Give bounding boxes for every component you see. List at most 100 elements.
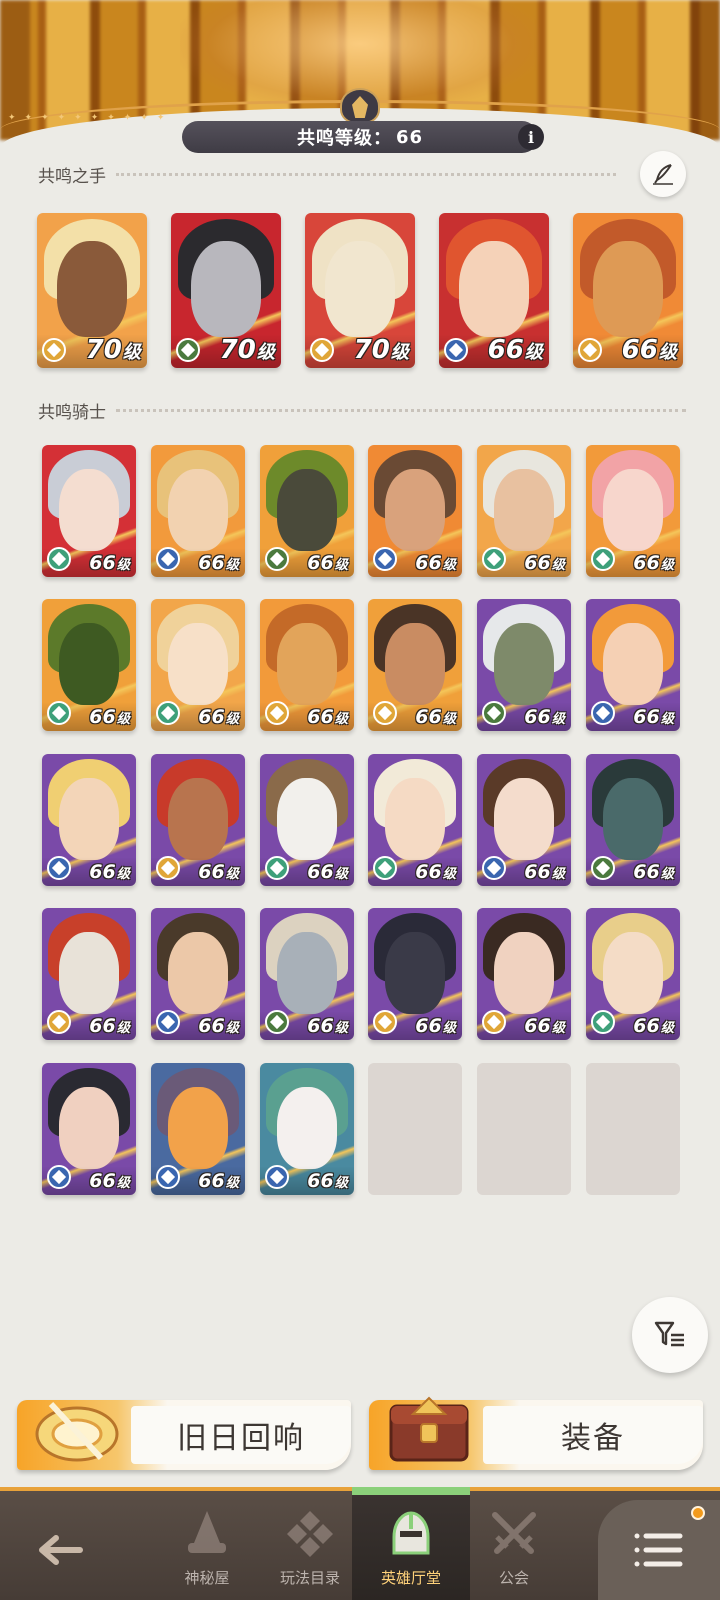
equipment-button[interactable]: 装备 — [369, 1396, 703, 1470]
nav-item-guild[interactable]: 公会 — [459, 1496, 569, 1596]
hero-card[interactable]: 70级 — [305, 213, 415, 368]
faction-badge-icon — [47, 856, 71, 880]
faction-badge-icon — [578, 338, 602, 362]
edit-button[interactable] — [640, 151, 686, 197]
back-button[interactable] — [30, 1520, 90, 1580]
hero-level-unit: 级 — [225, 867, 239, 882]
hero-level-unit: 级 — [334, 712, 348, 727]
hero-card[interactable]: 66级 — [42, 754, 136, 886]
nav-label-guild: 公会 — [498, 1569, 529, 1587]
hero-card[interactable]: 66级 — [151, 445, 245, 577]
divider-dotted — [116, 173, 616, 176]
hero-portrait-face — [276, 1086, 338, 1169]
golden-relic-icon — [35, 1401, 119, 1462]
hero-level-value: 66 — [621, 335, 658, 365]
hero-card[interactable]: 70级 — [171, 213, 281, 368]
hero-card[interactable]: 66级 — [477, 445, 571, 577]
hero-card[interactable]: 66级 — [586, 599, 680, 731]
hero-card[interactable]: 66级 — [42, 445, 136, 577]
hero-level: 66级 — [89, 861, 130, 883]
hero-card[interactable]: 66级 — [368, 599, 462, 731]
faction-badge-icon — [47, 1010, 71, 1034]
nav-item-mystery-house[interactable]: 神秘屋 — [152, 1496, 262, 1596]
hero-level-unit: 级 — [660, 712, 674, 727]
hero-level-unit: 级 — [116, 1176, 130, 1191]
hero-level-value: 66 — [307, 861, 334, 883]
info-button[interactable]: i — [518, 124, 544, 150]
hero-card[interactable]: 66级 — [260, 599, 354, 731]
nav-item-game-catalog[interactable]: 玩法目录 — [255, 1496, 365, 1596]
hero-card[interactable]: 66级 — [151, 599, 245, 731]
hero-level-unit: 级 — [116, 867, 130, 882]
echo-of-past-button[interactable]: 旧日回响 — [17, 1400, 351, 1470]
hero-portrait-face — [167, 777, 229, 860]
faction-badge-icon — [42, 338, 66, 362]
hero-card[interactable]: 66级 — [586, 908, 680, 1040]
hands-section-header: 共鸣之手 — [38, 162, 616, 187]
hero-portrait-face — [493, 931, 555, 1014]
hero-level-unit: 级 — [225, 712, 239, 727]
hero-card[interactable]: 66级 — [260, 1063, 354, 1195]
hero-card[interactable]: 66级 — [586, 445, 680, 577]
hero-card[interactable]: 66级 — [368, 754, 462, 886]
hero-portrait-face — [58, 1086, 120, 1169]
nav-item-hero-hall[interactable]: 英雄厅堂 — [356, 1496, 466, 1596]
hero-card[interactable]: 66级 — [260, 445, 354, 577]
hero-level: 66级 — [524, 552, 565, 574]
hero-level-unit: 级 — [442, 867, 456, 882]
hero-level: 70级 — [86, 335, 141, 365]
hero-level: 66级 — [488, 335, 543, 365]
hero-card[interactable]: 66级 — [477, 754, 571, 886]
hero-portrait-face — [167, 468, 229, 551]
hero-level-value: 66 — [89, 1170, 116, 1192]
hero-card[interactable]: 66级 — [151, 754, 245, 886]
hero-card[interactable]: 66级 — [368, 908, 462, 1040]
filter-button[interactable] — [632, 1297, 708, 1373]
hero-level-unit: 级 — [116, 712, 130, 727]
hero-level: 66级 — [415, 861, 456, 883]
hero-card[interactable]: 66级 — [477, 908, 571, 1040]
knights-section-title: 共鸣骑士 — [38, 403, 106, 423]
hero-level-value: 66 — [307, 706, 334, 728]
divider-dotted — [116, 409, 686, 412]
hero-level: 66级 — [633, 861, 674, 883]
hero-card[interactable]: 66级 — [260, 754, 354, 886]
hero-card[interactable]: 66级 — [573, 213, 683, 368]
hero-portrait-face — [276, 777, 338, 860]
hero-level-unit: 级 — [551, 712, 565, 727]
faction-badge-icon — [156, 856, 180, 880]
faction-badge-icon — [591, 1010, 615, 1034]
hero-level-unit: 级 — [225, 1176, 239, 1191]
hero-card[interactable]: 66级 — [260, 908, 354, 1040]
hero-level: 66级 — [622, 335, 677, 365]
hero-card[interactable]: 66级 — [151, 1063, 245, 1195]
hero-card[interactable]: 70级 — [37, 213, 147, 368]
hero-card[interactable]: 66级 — [477, 599, 571, 731]
hero-portrait-face — [167, 1086, 229, 1169]
hero-portrait-face — [384, 468, 446, 551]
hero-level-unit: 级 — [442, 558, 456, 573]
hero-level-unit: 级 — [551, 1021, 565, 1036]
hero-card[interactable]: 66级 — [368, 445, 462, 577]
hero-card[interactable]: 66级 — [439, 213, 549, 368]
hero-portrait-face — [602, 777, 664, 860]
faction-badge-icon — [265, 856, 289, 880]
hero-card[interactable]: 66级 — [42, 1063, 136, 1195]
hero-portrait-face — [493, 777, 555, 860]
hero-portrait-face — [167, 931, 229, 1014]
hero-level-unit: 级 — [660, 1021, 674, 1036]
hero-portrait-face — [56, 240, 128, 337]
hero-card[interactable]: 66级 — [586, 754, 680, 886]
hero-level-value: 70 — [219, 335, 256, 365]
hero-card[interactable]: 66级 — [151, 908, 245, 1040]
faction-badge-icon — [591, 701, 615, 725]
hero-level: 66级 — [307, 861, 348, 883]
hero-portrait-face — [58, 931, 120, 1014]
hero-portrait-face — [167, 622, 229, 705]
faction-badge-icon — [482, 856, 506, 880]
wizard-hat-icon — [188, 1511, 226, 1553]
hero-card[interactable]: 66级 — [42, 908, 136, 1040]
hero-level-value: 66 — [633, 552, 660, 574]
hero-level-value: 66 — [415, 861, 442, 883]
hero-card[interactable]: 66级 — [42, 599, 136, 731]
